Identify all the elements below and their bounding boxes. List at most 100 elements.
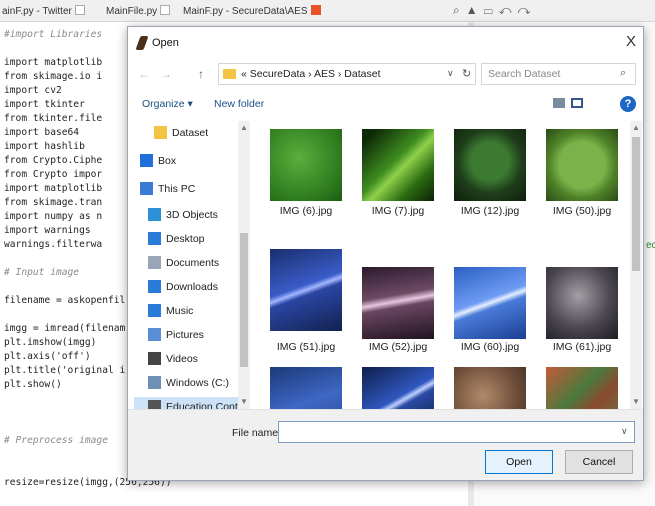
scroll-up-icon[interactable]: ▲: [240, 123, 248, 132]
nav-item[interactable]: Documents: [134, 253, 246, 273]
refresh-icon[interactable]: ↻: [462, 67, 471, 80]
scroll-down-icon[interactable]: ▼: [632, 397, 640, 406]
file-tile[interactable]: IMG (51).jpg: [262, 249, 350, 367]
download-icon: [148, 280, 161, 293]
nav-item[interactable]: Music: [134, 301, 246, 321]
file-tile[interactable]: IMG (7).jpg: [354, 129, 442, 247]
address-bar[interactable]: « SecureData › AES › Dataset ∨ ↻: [218, 63, 476, 85]
editor-tab-label: MainF.py - SecureData\AES: [183, 6, 308, 17]
undo-icon[interactable]: ↶: [499, 3, 518, 17]
scroll-down-icon[interactable]: ▼: [240, 397, 248, 406]
file-tile[interactable]: [354, 367, 442, 409]
navigation-pane: Dataset Box This PC 3D Objects Desktop Docume…: [134, 121, 246, 409]
forward-icon[interactable]: →: [160, 67, 172, 81]
file-tile[interactable]: [538, 367, 626, 409]
document-icon: [148, 256, 161, 269]
dialog-title: Open: [152, 37, 179, 49]
nav-item-label: This PC: [158, 183, 196, 195]
music-icon: [148, 304, 161, 317]
file-thumbnail: [546, 367, 618, 409]
file-thumbnail: [454, 267, 526, 339]
folder-icon: [154, 126, 167, 139]
code-line: import matplotlib: [4, 57, 103, 68]
file-name-input[interactable]: [278, 421, 635, 443]
help-icon[interactable]: ?: [620, 96, 636, 112]
close-icon[interactable]: X: [626, 33, 636, 50]
tab-close-icon[interactable]: [160, 5, 171, 15]
file-name: IMG (7).jpg: [371, 205, 425, 217]
scroll-up-icon[interactable]: ▲: [632, 123, 640, 132]
code-line: # Preprocess image: [4, 435, 108, 446]
code-line: imgg = imread(filenam: [4, 323, 126, 334]
view-options-icon[interactable]: [553, 98, 565, 109]
feather-icon: [135, 36, 149, 50]
file-tile[interactable]: IMG (61).jpg: [538, 249, 626, 367]
code-line: warnings.filterwa: [4, 239, 103, 250]
preview-pane-icon[interactable]: [571, 98, 583, 109]
nav-pane-scrollbar[interactable]: ▲ ▼: [238, 121, 250, 409]
code-line: from Crypto.Ciphe: [4, 155, 103, 166]
nav-item-label: Pictures: [166, 329, 204, 341]
command-bar: Organize ▾ New folder ?: [128, 93, 643, 117]
chevron-down-icon[interactable]: ∨: [447, 68, 454, 79]
file-thumbnail: [454, 129, 526, 201]
print-icon[interactable]: ▲: [466, 3, 484, 17]
file-tile[interactable]: [262, 367, 350, 409]
new-folder-button[interactable]: New folder: [214, 98, 264, 110]
file-tile[interactable]: IMG (60).jpg: [446, 249, 534, 367]
nav-item-label: Dataset: [172, 127, 209, 139]
box-icon: [140, 154, 153, 167]
nav-item[interactable]: Desktop: [134, 229, 246, 249]
computer-icon: [140, 182, 153, 195]
file-thumbnail: [362, 267, 434, 339]
nav-item[interactable]: Education Contr: [134, 397, 246, 409]
code-line: plt.show(): [4, 379, 62, 390]
nav-item[interactable]: This PC: [134, 179, 246, 199]
search-icon[interactable]: ⌕: [453, 3, 466, 17]
nav-item[interactable]: Downloads: [134, 277, 246, 297]
up-arrow-icon[interactable]: ↑: [198, 67, 204, 81]
nav-item[interactable]: Videos: [134, 349, 246, 369]
back-icon[interactable]: ←: [138, 67, 150, 81]
file-name-label: File name:: [232, 427, 282, 439]
file-tile[interactable]: IMG (12).jpg: [446, 129, 534, 247]
tab-close-icon[interactable]: [74, 5, 85, 15]
nav-item[interactable]: Windows (C:): [134, 373, 246, 393]
open-button[interactable]: Open: [485, 450, 553, 474]
file-tile[interactable]: IMG (52).jpg: [354, 249, 442, 367]
code-line: plt.axis('off'): [4, 351, 91, 362]
file-thumbnail: [546, 267, 618, 339]
code-line: plt.imshow(imgg): [4, 337, 97, 348]
editor-tab-mainf[interactable]: MainF.py - SecureData\AES: [183, 3, 321, 20]
nav-item-label: Music: [166, 305, 194, 317]
nav-item[interactable]: Pictures: [134, 325, 246, 345]
code-line: import cv2: [4, 85, 62, 96]
file-tile[interactable]: [446, 367, 534, 409]
search-icon[interactable]: ⌕: [620, 67, 626, 80]
desktop-icon: [148, 232, 161, 245]
file-name: IMG (50).jpg: [552, 205, 612, 217]
nav-item[interactable]: Box: [134, 151, 246, 171]
nav-item[interactable]: 3D Objects: [134, 205, 246, 225]
tab-close-icon[interactable]: [310, 5, 321, 15]
copy-icon[interactable]: ▭: [484, 3, 499, 17]
editor-tab-mainfile[interactable]: MainFile.py: [106, 3, 171, 20]
file-grid-scrollbar[interactable]: ▲ ▼: [630, 121, 642, 409]
code-line: #import Libraries: [4, 29, 103, 40]
file-tile[interactable]: IMG (50).jpg: [538, 129, 626, 247]
address-path: « SecureData › AES › Dataset: [241, 68, 381, 80]
editor-tab-twitter[interactable]: ainF.py - Twitter: [2, 3, 85, 20]
cube-icon: [148, 208, 161, 221]
file-thumbnail: [362, 129, 434, 201]
file-grid-scroll-thumb[interactable]: [632, 137, 640, 271]
organize-button[interactable]: Organize ▾: [142, 98, 193, 110]
search-box[interactable]: Search Dataset ⌕: [481, 63, 636, 85]
right-panel-text: ec: [646, 240, 655, 251]
picture-icon: [148, 328, 161, 341]
cancel-button[interactable]: Cancel: [565, 450, 633, 474]
file-tile[interactable]: IMG (6).jpg: [262, 129, 350, 247]
nav-item[interactable]: Dataset: [134, 123, 246, 143]
nav-pane-scroll-thumb[interactable]: [240, 233, 248, 367]
editor-tab-label: ainF.py - Twitter: [2, 6, 72, 17]
redo-icon[interactable]: ↷: [518, 3, 537, 17]
